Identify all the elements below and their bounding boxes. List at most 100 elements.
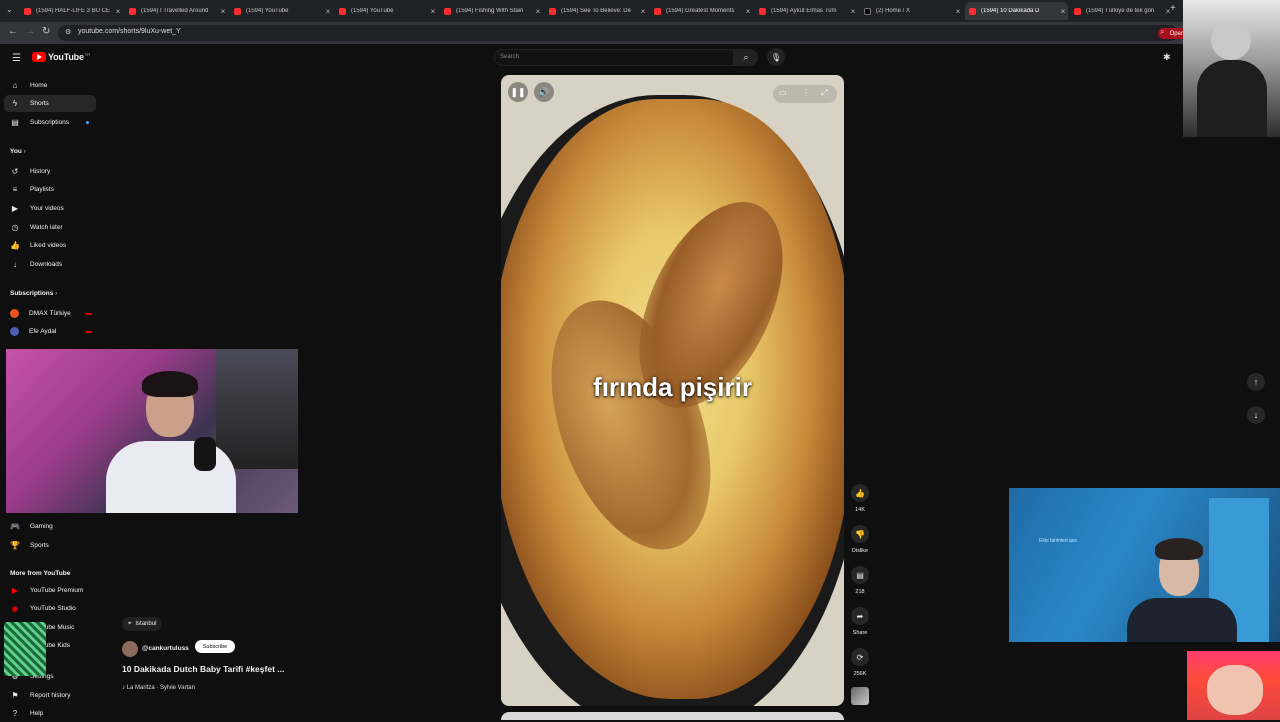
microphone-shape <box>194 437 216 471</box>
previous-short-button[interactable]: ↑ <box>1247 373 1265 391</box>
tab-close-icon[interactable]: × <box>1058 7 1068 16</box>
sidebar-channel-efe[interactable]: Efe Aydal <box>4 323 96 340</box>
thumbs-up-icon: 👍 <box>855 488 865 498</box>
tab-item[interactable]: (1594) See To Believe: De × <box>545 2 648 20</box>
sidebar-item-help[interactable]: ? Help <box>4 705 96 722</box>
like-count: 14K <box>855 507 865 513</box>
url-text: youtube.com/shorts/9luXu-wet_Y <box>78 28 181 35</box>
next-short-button[interactable]: ↓ <box>1247 406 1265 424</box>
location-chip[interactable]: ⌖ Istanbul <box>122 617 163 631</box>
dislike-button[interactable]: 👎 <box>851 525 869 543</box>
tab-item[interactable]: (1594) YouTube × <box>335 2 438 20</box>
remix-button[interactable]: ⟳ <box>851 648 869 666</box>
tab-title: (1594) HALF-LIFE 3 BU CE <box>36 8 111 14</box>
search-button[interactable]: ⌕ <box>734 49 758 66</box>
tab-close-icon[interactable]: × <box>743 7 753 16</box>
new-content-dot <box>86 121 89 124</box>
tab-close-icon[interactable]: × <box>323 7 333 16</box>
sidebar-item-shorts[interactable]: ϟ Shorts <box>4 95 96 112</box>
tab-close-icon[interactable]: × <box>218 7 228 16</box>
tab-favicon-icon <box>549 7 556 15</box>
history-icon: ↺ <box>11 167 19 176</box>
search-input[interactable]: Search <box>494 49 734 66</box>
pause-icon: ❚❚ <box>510 86 526 97</box>
thumbs-down-icon: 👎 <box>855 529 865 539</box>
subscriptions-section-title[interactable]: Subscriptions › <box>10 290 57 297</box>
sidebar-item-label: Help <box>30 710 44 717</box>
menu-icon[interactable]: ☰ <box>12 53 21 64</box>
tab-item[interactable]: (1594) Aykut Elmas Tüm × <box>755 2 858 20</box>
sound-thumbnail[interactable] <box>851 687 869 705</box>
fullscreen-icon[interactable]: ⤢ <box>821 88 827 98</box>
pause-button[interactable]: ❚❚ <box>508 82 528 102</box>
sidebar-item-playlists[interactable]: ≡ Playlists <box>4 181 96 198</box>
sidebar-item-subscriptions[interactable]: ▤ Subscriptions <box>4 114 96 131</box>
sidebar-item-report-history[interactable]: ⚑ Report history <box>4 687 96 704</box>
youtube-logo[interactable]: YouTube TR <box>32 52 90 62</box>
forward-icon[interactable]: → <box>25 26 35 37</box>
more-options-icon[interactable]: ⋮ <box>802 88 810 97</box>
search-placeholder: Search <box>500 54 520 60</box>
video-title[interactable]: 10 Dakikada Dutch Baby Tarifi #keşfet ..… <box>122 664 284 674</box>
sidebar-item-home[interactable]: ⌂ Home <box>4 77 96 94</box>
captions-icon[interactable]: ▭ <box>779 88 787 97</box>
channel-name[interactable]: @cankurtuluss <box>142 645 189 652</box>
sidebar-item-youtube-premium[interactable]: ▶ YouTube Premium <box>4 582 96 599</box>
volume-button[interactable]: 🔊 <box>534 82 554 102</box>
sidebar-item-history[interactable]: ↺ History <box>4 163 96 180</box>
tab-item[interactable]: (1594) HALF-LIFE 3 BU CE × <box>20 2 123 20</box>
you-section-title[interactable]: You › <box>10 148 26 155</box>
tab-title: (2) Home / X <box>876 8 911 14</box>
tab-search-icon[interactable]: ⌄ <box>6 5 13 14</box>
tab-item[interactable]: (1594) I Travelled Around × <box>125 2 228 20</box>
tab-close-icon[interactable]: × <box>848 7 858 16</box>
notifications-icon[interactable]: ✱ <box>1163 52 1171 63</box>
mic-button[interactable]: 🎙 <box>767 48 785 66</box>
sidebar-item-label: Your videos <box>30 205 64 212</box>
back-icon[interactable]: ← <box>8 26 18 37</box>
share-button[interactable]: ➦ <box>851 607 869 625</box>
home-icon: ⌂ <box>12 81 18 90</box>
sidebar-item-label: Gaming <box>30 523 53 530</box>
tab-item[interactable]: (1594) Fishing With Stain × <box>440 2 543 20</box>
video-song[interactable]: ♪ La Maritza · Sylvie Vartan <box>122 685 195 691</box>
like-button[interactable]: 👍 <box>851 484 869 502</box>
zoom-icon[interactable]: ⌕ <box>1160 27 1164 37</box>
tab-item[interactable]: (1594) YouTube × <box>230 2 333 20</box>
sidebar-item-gaming[interactable]: 🎮 Gaming <box>4 518 96 535</box>
tab-title: (1594) Greatest Moments <box>666 8 735 14</box>
new-tab-button[interactable]: + <box>1170 3 1176 14</box>
channel-label: DMAX Türkiye <box>29 310 71 317</box>
watch-later-icon: ◷ <box>11 223 19 232</box>
tab-title: (1594) YouTube <box>351 8 394 14</box>
reload-icon[interactable]: ↻ <box>42 26 50 37</box>
address-bar[interactable]: ⚙ youtube.com/shorts/9luXu-wet_Y Open in… <box>58 25 1214 41</box>
tab-item[interactable]: (2) Home / X × <box>860 2 963 20</box>
shorts-video-player[interactable]: ❚❚ 🔊 ▭ ⋮ ⤢ fırında pişirir <box>501 75 844 706</box>
tab-item[interactable]: (1594) 10 Dakikada D × <box>965 2 1068 20</box>
sidebar-item-watch-later[interactable]: ◷ Watch later <box>4 219 96 236</box>
tab-close-icon[interactable]: × <box>428 7 438 16</box>
figure-silhouette <box>1211 20 1251 60</box>
tab-favicon-icon <box>234 7 241 15</box>
tab-item[interactable]: (1594) Türkiye de tek gön × <box>1070 2 1173 20</box>
sidebar-item-label: Subscriptions <box>30 119 70 126</box>
your-videos-icon: ▶ <box>11 204 19 213</box>
sidebar-item-sports[interactable]: 🏆 Sports <box>4 537 96 554</box>
subscribe-button[interactable]: Subscribe <box>195 640 235 653</box>
tab-close-icon[interactable]: × <box>953 7 963 16</box>
tab-title: (1594) Fishing With Stain <box>456 8 524 14</box>
site-info-icon[interactable]: ⚙ <box>65 28 71 36</box>
tab-close-icon[interactable]: × <box>533 7 543 16</box>
sidebar-item-downloads[interactable]: ↓ Downloads <box>4 256 96 273</box>
tab-item[interactable]: (1594) Greatest Moments × <box>650 2 753 20</box>
sidebar-item-your-videos[interactable]: ▶ Your videos <box>4 200 96 217</box>
sidebar-item-youtube-studio[interactable]: ◉ YouTube Studio <box>4 600 96 617</box>
sidebar-item-label: Shorts <box>30 100 49 107</box>
tab-close-icon[interactable]: × <box>638 7 648 16</box>
sidebar-item-liked-videos[interactable]: 👍 Liked videos <box>4 237 96 254</box>
tab-close-icon[interactable]: × <box>113 7 123 16</box>
sidebar-channel-dmax[interactable]: DMAX Türkiye <box>4 305 96 322</box>
comments-button[interactable]: ▤ <box>851 566 869 584</box>
channel-avatar[interactable] <box>122 641 138 657</box>
